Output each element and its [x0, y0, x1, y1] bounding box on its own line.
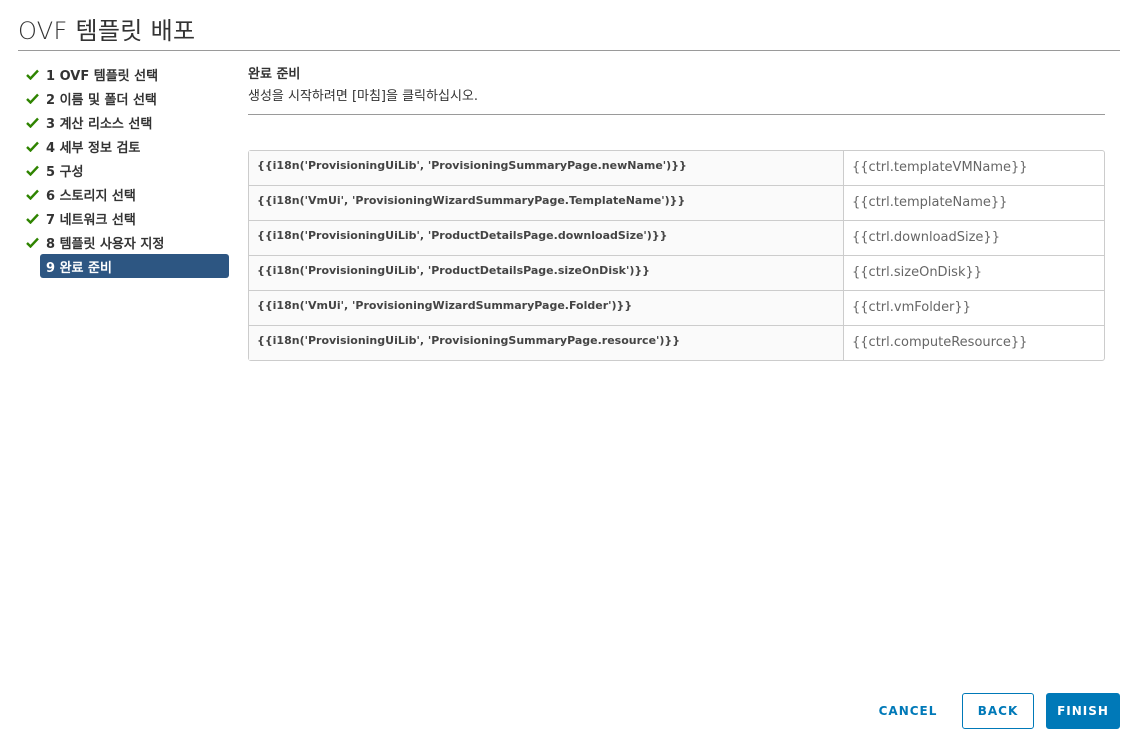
wizard-steps-nav: 1 OVF 템플릿 선택 2 이름 및 폴더 선택 3 계산 리소스 선택 4 … — [24, 62, 229, 278]
table-row: {{i18n('ProvisioningUiLib', 'ProductDeta… — [249, 221, 1104, 256]
page-description: 생성을 시작하려면 [마침]을 클릭하십시오. — [248, 89, 478, 104]
summary-key: {{i18n('VmUi', 'ProvisioningWizardSummar… — [249, 291, 844, 326]
check-icon — [24, 66, 40, 82]
check-icon — [24, 186, 40, 202]
deploy-ovf-wizard: OVF 템플릿 배포 1 OVF 템플릿 선택 2 이름 및 폴더 선택 3 계… — [0, 0, 1131, 745]
summary-value: {{ctrl.templateName}} — [844, 186, 1104, 221]
step-label: 6 스토리지 선택 — [46, 188, 136, 204]
finish-button[interactable]: FINISH — [1046, 693, 1120, 729]
step-label: 8 템플릿 사용자 지정 — [46, 236, 165, 252]
step-item[interactable]: 5 구성 — [24, 158, 229, 182]
wizard-title: OVF 템플릿 배포 — [18, 17, 196, 45]
summary-key: {{i18n('ProvisioningUiLib', 'Provisionin… — [249, 151, 844, 186]
title-divider — [18, 50, 1120, 51]
cancel-button[interactable]: CANCEL — [870, 693, 946, 729]
step-item[interactable]: 1 OVF 템플릿 선택 — [24, 62, 229, 86]
table-row: {{i18n('VmUi', 'ProvisioningWizardSummar… — [249, 291, 1104, 326]
check-icon — [24, 138, 40, 154]
check-icon — [24, 114, 40, 130]
step-label: 1 OVF 템플릿 선택 — [46, 68, 159, 84]
check-icon — [24, 210, 40, 226]
table-row: {{i18n('ProvisioningUiLib', 'Provisionin… — [249, 326, 1104, 360]
content-divider — [248, 114, 1105, 115]
summary-key: {{i18n('VmUi', 'ProvisioningWizardSummar… — [249, 186, 844, 221]
step-label: 5 구성 — [46, 164, 84, 180]
check-icon — [24, 234, 40, 250]
summary-value: {{ctrl.computeResource}} — [852, 335, 1028, 350]
step-label: 9 완료 준비 — [46, 260, 112, 276]
ready-to-complete-panel: 완료 준비 생성을 시작하려면 [마침]을 클릭하십시오. — [248, 64, 1105, 115]
step-item-active[interactable]: 9 완료 준비 — [40, 254, 229, 278]
back-button[interactable]: BACK — [962, 693, 1034, 729]
summary-table: {{i18n('ProvisioningUiLib', 'Provisionin… — [248, 150, 1105, 361]
step-label: 7 네트워크 선택 — [46, 212, 136, 228]
step-label: 3 계산 리소스 선택 — [46, 116, 153, 132]
summary-value: {{ctrl.downloadSize}} — [844, 221, 1104, 256]
step-item[interactable]: 7 네트워크 선택 — [24, 206, 229, 230]
step-item[interactable]: 3 계산 리소스 선택 — [24, 110, 229, 134]
table-row: {{i18n('ProvisioningUiLib', 'Provisionin… — [249, 151, 1104, 186]
step-item[interactable]: 2 이름 및 폴더 선택 — [24, 86, 229, 110]
check-icon — [24, 162, 40, 178]
summary-key: {{i18n('ProvisioningUiLib', 'ProductDeta… — [249, 221, 844, 256]
page-heading: 완료 준비 — [248, 67, 301, 82]
summary-value: {{ctrl.vmFolder}} — [844, 291, 1104, 326]
step-label: 2 이름 및 폴더 선택 — [46, 92, 157, 108]
step-item[interactable]: 4 세부 정보 검토 — [24, 134, 229, 158]
summary-value: {{ctrl.templateVMName}} — [844, 151, 1104, 186]
table-row: {{i18n('VmUi', 'ProvisioningWizardSummar… — [249, 186, 1104, 221]
step-item[interactable]: 6 스토리지 선택 — [24, 182, 229, 206]
check-icon — [24, 90, 40, 106]
step-item[interactable]: 8 템플릿 사용자 지정 — [24, 230, 229, 254]
step-label: 4 세부 정보 검토 — [46, 140, 141, 156]
table-row: {{i18n('ProvisioningUiLib', 'ProductDeta… — [249, 256, 1104, 291]
summary-key: {{i18n('ProvisioningUiLib', 'ProductDeta… — [249, 256, 844, 291]
summary-key: {{i18n('ProvisioningUiLib', 'Provisionin… — [249, 326, 844, 360]
summary-value: {{ctrl.sizeOnDisk}} — [844, 256, 1104, 291]
